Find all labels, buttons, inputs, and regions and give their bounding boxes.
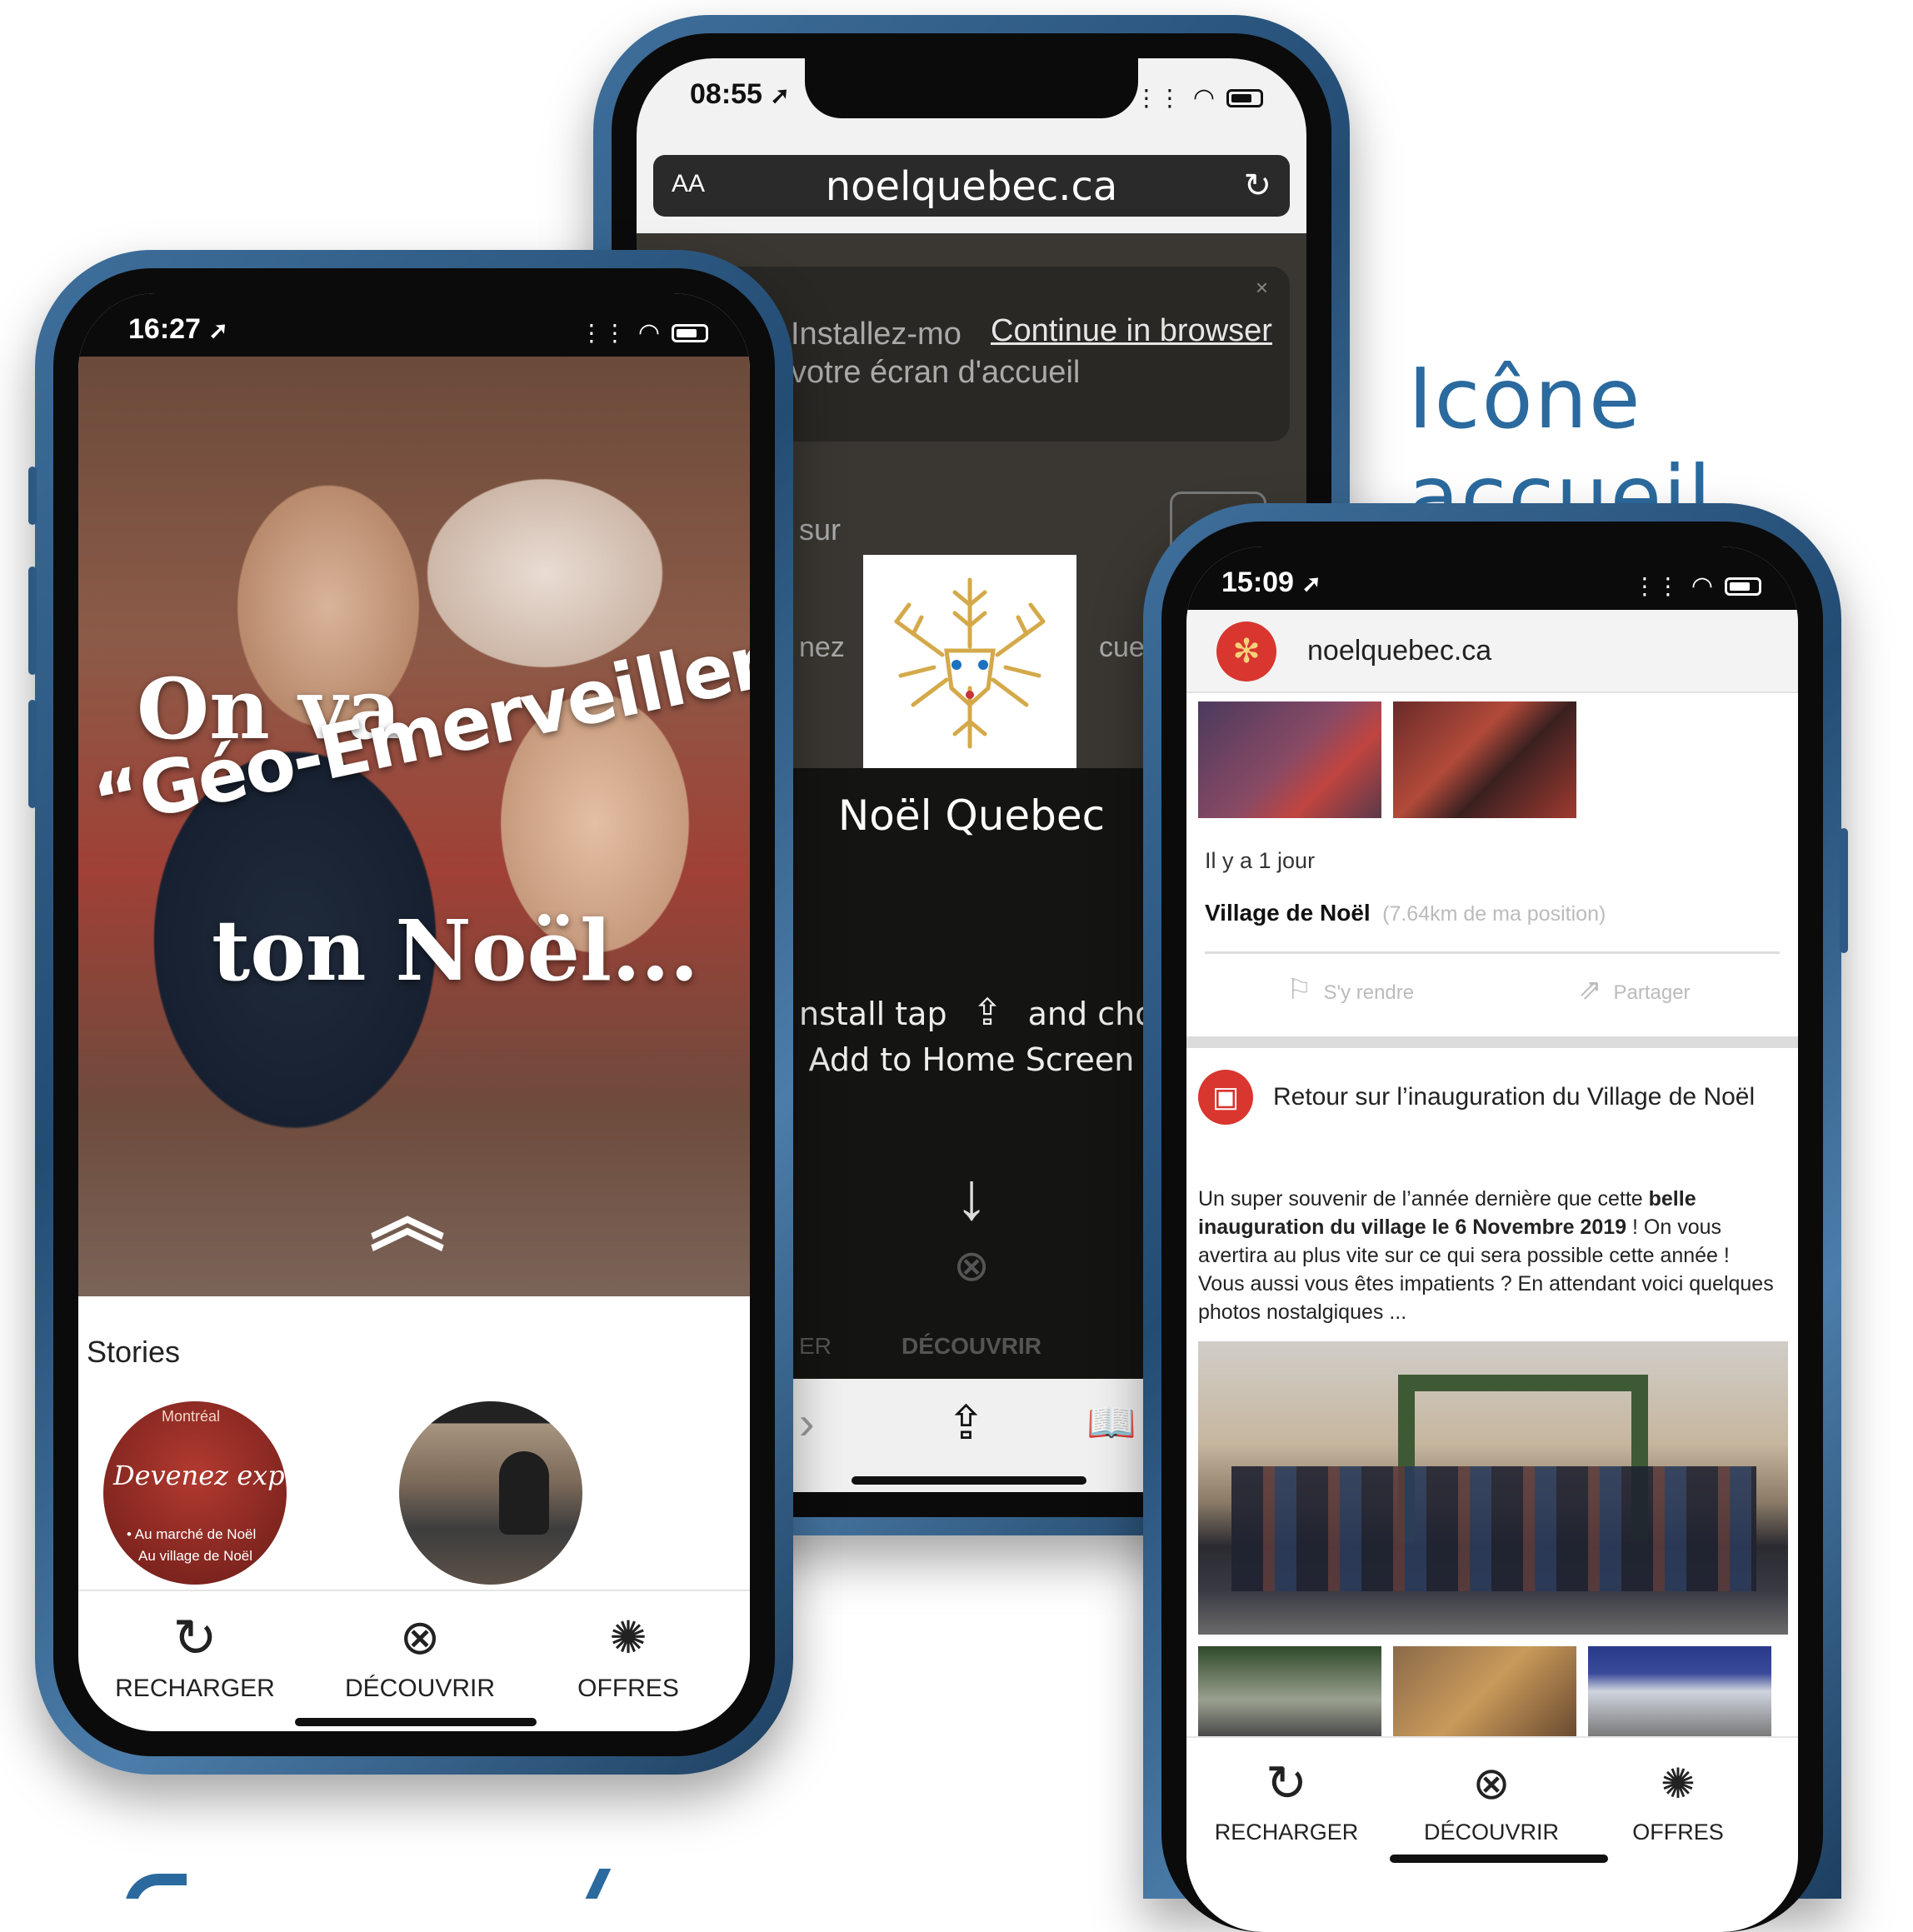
story1-title: Devenez exposant: [113, 1460, 287, 1491]
nav-decouvrir[interactable]: ⊗ DÉCOUVRIR: [1408, 1755, 1575, 1845]
battery-icon: [672, 323, 708, 342]
discount-badge-icon: ✺: [1661, 1760, 1696, 1807]
reload-icon[interactable]: ↻: [1243, 167, 1271, 205]
bottom-nav: ↻ RECHARGER ⊗ DÉCOUVRIR ✺ OFFRES: [1186, 1736, 1798, 1905]
hero-line3: ton Noël...: [212, 901, 699, 1000]
bg-text-nez: nez: [799, 632, 845, 663]
battery-icon: [1725, 577, 1761, 596]
wifi-icon: ◠: [1691, 572, 1713, 600]
place-line: Village de Noël (7.64km de ma position): [1205, 900, 1606, 926]
status-icons: ⋮⋮ ◠: [580, 318, 708, 347]
url-text[interactable]: noelquebec.ca: [653, 163, 1290, 210]
post-time-ago: Il y a 1 jour: [1205, 848, 1316, 873]
status-time: 15:09 ➚: [1221, 567, 1321, 598]
post-title[interactable]: Retour sur l’inauguration du Village de …: [1273, 1083, 1755, 1111]
nav-offres[interactable]: ✺ OFFRES: [1611, 1755, 1745, 1845]
place-distance: (7.64km de ma position): [1382, 902, 1606, 926]
share-icon: ⇪: [971, 991, 1003, 1034]
signal-icon: ⋮⋮: [579, 320, 627, 346]
address-bar[interactable]: AA noelquebec.ca ↻: [653, 155, 1290, 217]
install-text-line2: votre écran d'accueil: [791, 355, 1081, 390]
close-icon[interactable]: ×: [1256, 275, 1268, 301]
directions-button[interactable]: ⚐ S'y rendre: [1286, 973, 1414, 1006]
location-pin-icon: ⊗: [399, 1610, 441, 1665]
post-gallery-icon: ▣: [1198, 1070, 1253, 1125]
post-photo-2[interactable]: [1198, 1646, 1381, 1736]
story1-sub2: Au village de Noël: [138, 1548, 253, 1564]
post-main-photo[interactable]: [1198, 1341, 1788, 1635]
place-name: Village de Noël: [1205, 900, 1371, 926]
story1-sub1: • Au marché de Noël: [127, 1526, 257, 1542]
double-chevron-up-icon[interactable]: ︽: [370, 1181, 445, 1256]
continue-in-browser-link[interactable]: Continue in browser: [991, 313, 1272, 349]
nav-offres[interactable]: ✺ OFFRES: [553, 1608, 703, 1703]
app-icon: [863, 555, 1076, 768]
share-icon-toolbar[interactable]: ⇪: [947, 1395, 986, 1450]
wifi-icon: ◠: [1192, 84, 1215, 112]
reload-icon: ↻: [172, 1608, 217, 1668]
bookmarks-icon[interactable]: 📖: [1086, 1399, 1136, 1446]
story1-top-text: Montréal: [162, 1408, 221, 1425]
reload-icon: ↻: [1265, 1755, 1308, 1811]
post-photo-3[interactable]: [1393, 1646, 1576, 1736]
install-text-line1: Installez-mo: [791, 317, 961, 352]
site-name[interactable]: noelquebec.ca: [1307, 635, 1491, 667]
location-pin-icon: ⊗: [1472, 1759, 1511, 1809]
signpost-icon: ⚐: [1286, 974, 1312, 1006]
signal-icon: ⋮⋮: [1134, 85, 1181, 111]
discount-badge-icon: ✺: [609, 1613, 647, 1663]
site-avatar[interactable]: ✻: [1216, 622, 1276, 681]
stories-label: Stories: [87, 1335, 181, 1369]
bg-text-sur: sur: [799, 512, 842, 547]
nav-recharger[interactable]: ↻ RECHARGER: [1211, 1755, 1361, 1845]
phone-right: 15:09 ➚ ⋮⋮ ◠ ✻ noelquebec.ca Il y a 1 jo…: [1143, 503, 1848, 1932]
share-button[interactable]: ⇗ Partager: [1578, 973, 1691, 1006]
nav-decouvrir[interactable]: ⊗ DÉCOUVRIR: [328, 1608, 512, 1703]
share-arrow-icon: ⇗: [1578, 974, 1602, 1006]
forward-icon[interactable]: ›: [799, 1395, 815, 1450]
status-time: 16:27 ➚: [128, 313, 228, 345]
install-instruction-line1: nstall tap ⇪ and choo: [799, 991, 1174, 1034]
post-photo-4[interactable]: [1588, 1646, 1771, 1736]
post-body: Un super souvenir de l’année dernière qu…: [1198, 1187, 1774, 1324]
left-screen: 16:27 ➚ ⋮⋮ ◠ On va “Géo-Emerveiller” ton…: [78, 293, 750, 1731]
story-circle-1[interactable]: Montréal Devenez exposant • Au marché de…: [103, 1401, 287, 1585]
story-circle-2[interactable]: [399, 1401, 582, 1585]
site-header: ✻ noelquebec.ca: [1186, 610, 1798, 693]
bottom-nav: ↻ RECHARGER ⊗ DÉCOUVRIR ✺ OFFRES: [78, 1590, 750, 1731]
battery-icon: [1226, 88, 1263, 107]
status-icons: ⋮⋮ ◠: [1633, 572, 1761, 601]
thumbnail-2[interactable]: [1393, 701, 1576, 818]
right-screen: 15:09 ➚ ⋮⋮ ◠ ✻ noelquebec.ca Il y a 1 jo…: [1186, 547, 1798, 1932]
phone-left: 16:27 ➚ ⋮⋮ ◠ On va “Géo-Emerveiller” ton…: [28, 250, 793, 1775]
wifi-icon: ◠: [637, 319, 660, 347]
reindeer-snowflake-icon: [894, 577, 1046, 749]
status-icons: ⋮⋮ ◠: [1135, 83, 1263, 112]
bottom-left-heading-fragment: [125, 1862, 642, 1899]
nav-recharger[interactable]: ↻ RECHARGER: [112, 1608, 278, 1703]
thumbnail-1[interactable]: [1198, 701, 1381, 818]
status-time: 08:55 ➚: [690, 78, 790, 110]
signal-icon: ⋮⋮: [1632, 573, 1680, 599]
